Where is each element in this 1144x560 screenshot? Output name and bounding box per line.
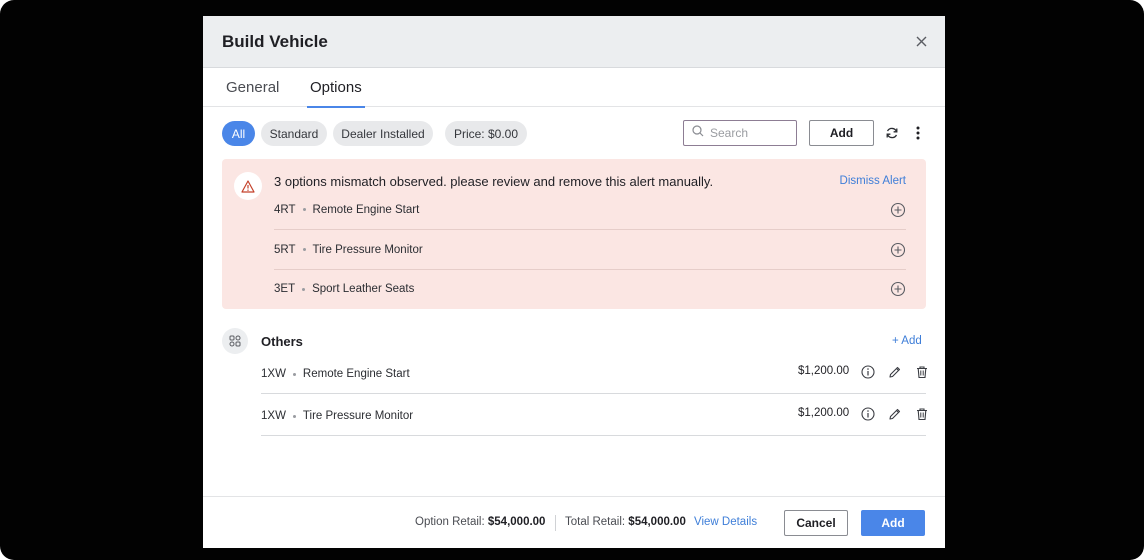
options-toolbar: All Standard Dealer Installed Price: $0.… [203,107,945,159]
trash-icon[interactable] [914,406,930,422]
option-row: 1XW Tire Pressure Monitor $1,200.00 [261,394,927,436]
modal-title: Build Vehicle [222,31,328,51]
total-retail-summary: Total Retail: $54,000.00 [565,516,686,528]
close-icon[interactable] [913,34,929,50]
option-price: $1,200.00 [798,407,850,419]
option-code: 3ET [274,283,296,295]
view-details-link[interactable]: View Details [694,516,757,528]
mismatch-alert: 3 options mismatch observed. please revi… [222,159,926,309]
options-group-icon [222,328,248,354]
build-vehicle-modal: Build Vehicle General Options All Standa… [203,16,945,548]
add-circle-icon[interactable] [890,281,906,297]
option-name: Sport Leather Seats [312,283,415,295]
modal-header: Build Vehicle [203,16,945,68]
add-circle-icon[interactable] [890,242,906,258]
search-input[interactable] [710,126,790,140]
option-actions [860,406,930,422]
edit-icon[interactable] [887,364,903,380]
alert-item: 5RT Tire Pressure Monitor [274,230,906,270]
info-icon[interactable] [860,364,876,380]
alert-message: 3 options mismatch observed. please revi… [274,174,714,189]
option-code: 5RT [274,243,296,256]
add-button[interactable]: Add [861,510,925,536]
filter-chip-standard[interactable]: Standard [261,121,327,146]
filter-chip-dealer-installed[interactable]: Dealer Installed [333,121,433,146]
option-name: Remote Engine Start [312,203,420,216]
alert-item: 3ET Sport Leather Seats [274,269,906,309]
option-code: 1XW [261,368,286,380]
others-section-title: Others [261,334,303,349]
option-name: Remote Engine Start [302,368,410,380]
option-label: 1XW Remote Engine Start [261,368,410,380]
modal-footer: Option Retail: $54,000.00 Total Retail: … [203,496,945,548]
option-label: 1XW Tire Pressure Monitor [261,410,413,422]
search-icon [692,124,704,142]
option-retail-value: $54,000.00 [487,516,546,528]
refresh-icon[interactable] [883,124,901,142]
separator-dot [302,248,306,251]
separator-dot [302,208,306,211]
filter-chip-all[interactable]: All [222,121,255,146]
option-name: Tire Pressure Monitor [312,243,423,256]
dismiss-alert-link[interactable]: Dismiss Alert [840,175,906,187]
option-actions [860,364,930,380]
trash-icon[interactable] [914,364,930,380]
option-retail-label: Option Retail: [415,516,485,528]
footer-divider [555,515,556,531]
option-code: 1XW [261,410,286,422]
add-option-button[interactable]: Add [809,120,874,146]
option-code: 4RT [274,203,296,216]
filter-chip-price[interactable]: Price: $0.00 [445,121,527,146]
option-row: 1XW Remote Engine Start $1,200.00 [261,352,927,394]
info-icon[interactable] [860,406,876,422]
option-retail-summary: Option Retail: $54,000.00 [415,516,545,528]
separator-dot [292,372,296,376]
total-retail-label: Total Retail: [565,516,626,528]
alert-item: 4RT Remote Engine Start [274,190,906,230]
search-box [683,120,797,146]
kebab-icon[interactable] [909,124,927,142]
cancel-button[interactable]: Cancel [784,510,848,536]
edit-icon[interactable] [887,406,903,422]
option-price: $1,200.00 [798,365,850,377]
total-retail-value: $54,000.00 [628,516,686,528]
tab-bar: General Options [203,68,945,108]
tab-options[interactable]: Options [307,68,365,108]
tab-general[interactable]: General [226,68,279,107]
add-other-option-link[interactable]: + Add [892,335,922,347]
option-name: Tire Pressure Monitor [302,410,414,422]
separator-dot [302,287,306,291]
add-circle-icon[interactable] [890,202,906,218]
warning-icon [234,172,262,200]
separator-dot [292,414,296,418]
